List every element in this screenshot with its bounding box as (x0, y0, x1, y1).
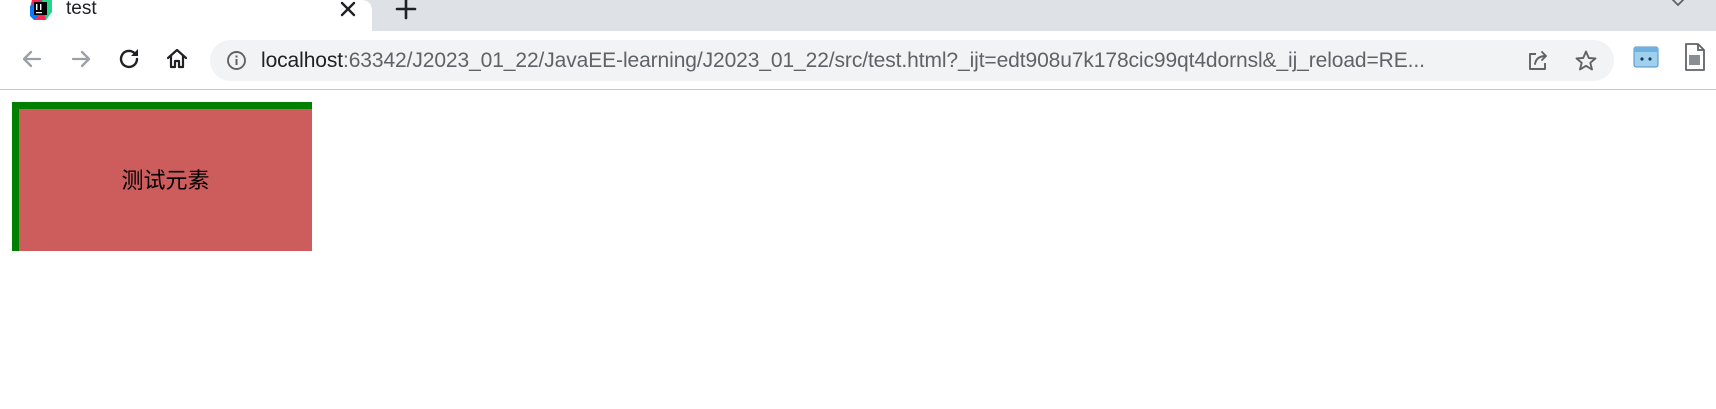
tab-strip: test (0, 0, 1716, 31)
share-icon[interactable] (1526, 49, 1550, 73)
url-path: :63342/J2023_01_22/JavaEE-learning/J2023… (342, 49, 1425, 72)
extension-icon[interactable] (1633, 45, 1659, 69)
reload-icon[interactable] (114, 44, 144, 74)
url-text[interactable]: localhost:63342/J2023_01_22/JavaEE-learn… (261, 49, 1425, 73)
bookmark-star-icon[interactable] (1574, 49, 1598, 73)
document-icon[interactable] (1682, 42, 1708, 72)
address-bar[interactable]: localhost:63342/J2023_01_22/JavaEE-learn… (210, 40, 1614, 81)
url-host: localhost (261, 49, 343, 72)
tab-title: test (66, 0, 97, 19)
plus-icon[interactable] (394, 0, 418, 21)
home-icon[interactable] (162, 44, 192, 74)
page-viewport: 测试元素 (0, 90, 1716, 409)
back-arrow-icon[interactable] (17, 44, 47, 74)
test-element-text: 测试元素 (121, 169, 210, 194)
chevron-down-icon[interactable] (1668, 0, 1688, 10)
browser-tab[interactable]: test (0, 0, 372, 31)
intellij-idea-icon (30, 0, 52, 20)
info-icon[interactable] (226, 50, 247, 71)
test-element: 测试元素 (12, 102, 312, 251)
browser-toolbar: localhost:63342/J2023_01_22/JavaEE-learn… (0, 31, 1716, 90)
close-icon[interactable] (338, 0, 358, 19)
forward-arrow-icon[interactable] (66, 44, 96, 74)
